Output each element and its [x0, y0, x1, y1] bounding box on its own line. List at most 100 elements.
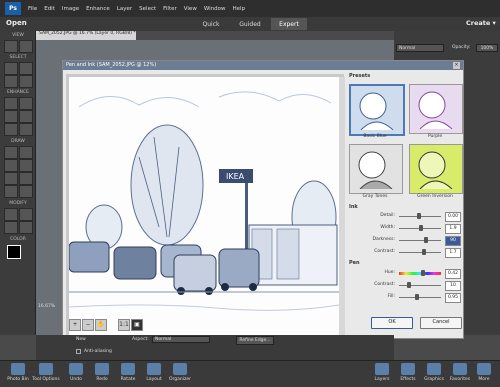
menu-help[interactable]: Help: [233, 6, 246, 12]
mode-quick[interactable]: Quick: [194, 18, 228, 30]
redo-icon: [95, 363, 109, 375]
recompose-tool-icon[interactable]: [19, 208, 33, 221]
ink-detail-knob[interactable]: [417, 213, 421, 219]
eraser-tool-icon[interactable]: [19, 146, 33, 159]
smart-brush-icon[interactable]: [4, 110, 18, 123]
pen-fill-knob[interactable]: [415, 294, 419, 300]
blur-tool-icon[interactable]: [4, 123, 18, 136]
brush-tool-icon[interactable]: [4, 146, 18, 159]
menu-window[interactable]: Window: [204, 6, 226, 12]
preset-basic-blue[interactable]: [349, 84, 405, 136]
hand-tool-icon[interactable]: [19, 40, 33, 53]
ink-contrast-knob[interactable]: [422, 249, 426, 255]
menu-select[interactable]: Select: [139, 6, 156, 12]
pen-hue-knob[interactable]: [421, 270, 425, 276]
shape-tool-icon[interactable]: [19, 172, 33, 185]
menu-view[interactable]: View: [184, 6, 197, 12]
ink-width-knob[interactable]: [419, 225, 423, 231]
sponge-tool-icon[interactable]: [19, 123, 33, 136]
cancel-button[interactable]: Cancel: [420, 317, 462, 329]
ink-darkness-knob[interactable]: [424, 237, 428, 243]
pen-contrast-value[interactable]: 10: [445, 281, 461, 291]
pen-contrast-label: Contrast:: [374, 282, 395, 287]
move-tool-icon[interactable]: [4, 62, 18, 75]
red-eye-icon[interactable]: [4, 97, 18, 110]
magic-wand-icon[interactable]: [19, 75, 33, 88]
eyedropper-icon[interactable]: [4, 172, 18, 185]
open-button[interactable]: Open: [6, 19, 27, 27]
healing-brush-icon[interactable]: [19, 97, 33, 110]
type-tool-icon[interactable]: [4, 185, 18, 198]
foreground-color-swatch[interactable]: [7, 245, 21, 259]
antialiasing-checkbox[interactable]: [76, 349, 81, 354]
gradient-tool-icon[interactable]: [19, 159, 33, 172]
preview-illustration: IKEA: [69, 77, 339, 345]
marquee-tool-icon[interactable]: [19, 62, 33, 75]
ink-width-value[interactable]: 1.9: [445, 224, 461, 234]
hand-icon[interactable]: ✋: [95, 319, 107, 331]
pen-contrast-knob[interactable]: [407, 282, 411, 288]
menu-edit[interactable]: Edit: [44, 6, 55, 12]
pen-hue-slider[interactable]: [399, 272, 441, 275]
filter-preview-image[interactable]: IKEA: [69, 77, 339, 345]
menu-enhance[interactable]: Enhance: [86, 6, 110, 12]
menu-file[interactable]: File: [28, 6, 37, 12]
more-button[interactable]: More: [468, 363, 500, 382]
content-aware-move-icon[interactable]: [4, 221, 18, 234]
ink-detail-label: Detail:: [380, 213, 395, 218]
close-icon[interactable]: ×: [453, 62, 460, 69]
straighten-tool-icon[interactable]: [19, 221, 33, 234]
pen-fill-value[interactable]: 0.95: [445, 293, 461, 303]
redo-label: Redo: [96, 377, 108, 382]
organizer-button[interactable]: Organizer: [164, 363, 196, 382]
ink-darkness-row: Darkness: 90: [349, 236, 461, 246]
opacity-field[interactable]: 100%: [476, 44, 498, 52]
graphics-label: Graphics: [424, 377, 444, 382]
preview-vertical-scrollbar[interactable]: [339, 77, 345, 345]
zoom-in-icon[interactable]: +: [69, 319, 81, 331]
ink-detail-value[interactable]: 0.00: [445, 212, 461, 222]
tool-options-button[interactable]: Tool Options: [30, 363, 62, 382]
preset-green-inversion[interactable]: [409, 144, 463, 194]
blend-mode-select[interactable]: Normal: [396, 44, 444, 52]
crop-tool-icon[interactable]: [4, 208, 18, 221]
ink-contrast-slider[interactable]: [399, 252, 441, 253]
lasso-tool-icon[interactable]: [4, 75, 18, 88]
dialog-title: Pen and Ink (SAM_2052.JPG @ 12%): [63, 61, 463, 70]
pencil-tool-icon[interactable]: [19, 185, 33, 198]
menu-bar: Ps File Edit Image Enhance Layer Select …: [0, 0, 500, 17]
mode-guided[interactable]: Guided: [232, 18, 268, 30]
zoom-tool-icon[interactable]: [4, 40, 18, 53]
paint-bucket-icon[interactable]: [4, 159, 18, 172]
fit-screen-icon[interactable]: ▣: [131, 319, 143, 331]
ink-contrast-value[interactable]: 1.7: [445, 248, 461, 258]
tools-section-select: SELECT: [9, 55, 27, 60]
aspect-select[interactable]: Normal: [152, 336, 210, 343]
preset-label-green-inversion: Green Inversion: [417, 194, 453, 199]
preset-label-gray-tones: Gray Tones: [362, 194, 388, 199]
zoom-out-icon[interactable]: −: [82, 319, 94, 331]
preset-gray-tones[interactable]: [349, 144, 403, 194]
tools-section-enhance: ENHANCE: [6, 90, 30, 95]
pen-hue-value[interactable]: 0.42: [445, 269, 461, 279]
pen-fill-slider[interactable]: [399, 297, 441, 298]
actual-size-icon[interactable]: 1:1: [118, 319, 130, 331]
mode-expert[interactable]: Expert: [271, 18, 307, 30]
pen-and-ink-dialog: Pen and Ink (SAM_2052.JPG @ 12%) × IKEA: [62, 60, 464, 356]
preset-purple[interactable]: [409, 84, 463, 134]
bottom-taskbar: Photo Bin Tool Options Undo Redo Rotate …: [0, 360, 500, 387]
ink-darkness-slider[interactable]: [399, 240, 441, 241]
menu-filter[interactable]: Filter: [163, 6, 177, 12]
layout-label: Layout: [146, 377, 162, 382]
new-selection-label[interactable]: New: [76, 337, 86, 342]
menu-image[interactable]: Image: [62, 6, 79, 12]
ink-darkness-value[interactable]: 90: [445, 236, 461, 246]
create-button[interactable]: Create ▾: [466, 19, 496, 27]
pen-contrast-slider[interactable]: [399, 285, 441, 286]
ok-button[interactable]: OK: [371, 317, 413, 329]
refine-edge-button[interactable]: Refine Edge...: [236, 336, 274, 345]
opacity-label: Opacity:: [452, 45, 471, 50]
document-tab[interactable]: SAM_2052.JPG @ 16.7% (Layer 0, RGB/8) *: [36, 31, 136, 40]
menu-layer[interactable]: Layer: [117, 6, 132, 12]
clone-stamp-icon[interactable]: [19, 110, 33, 123]
